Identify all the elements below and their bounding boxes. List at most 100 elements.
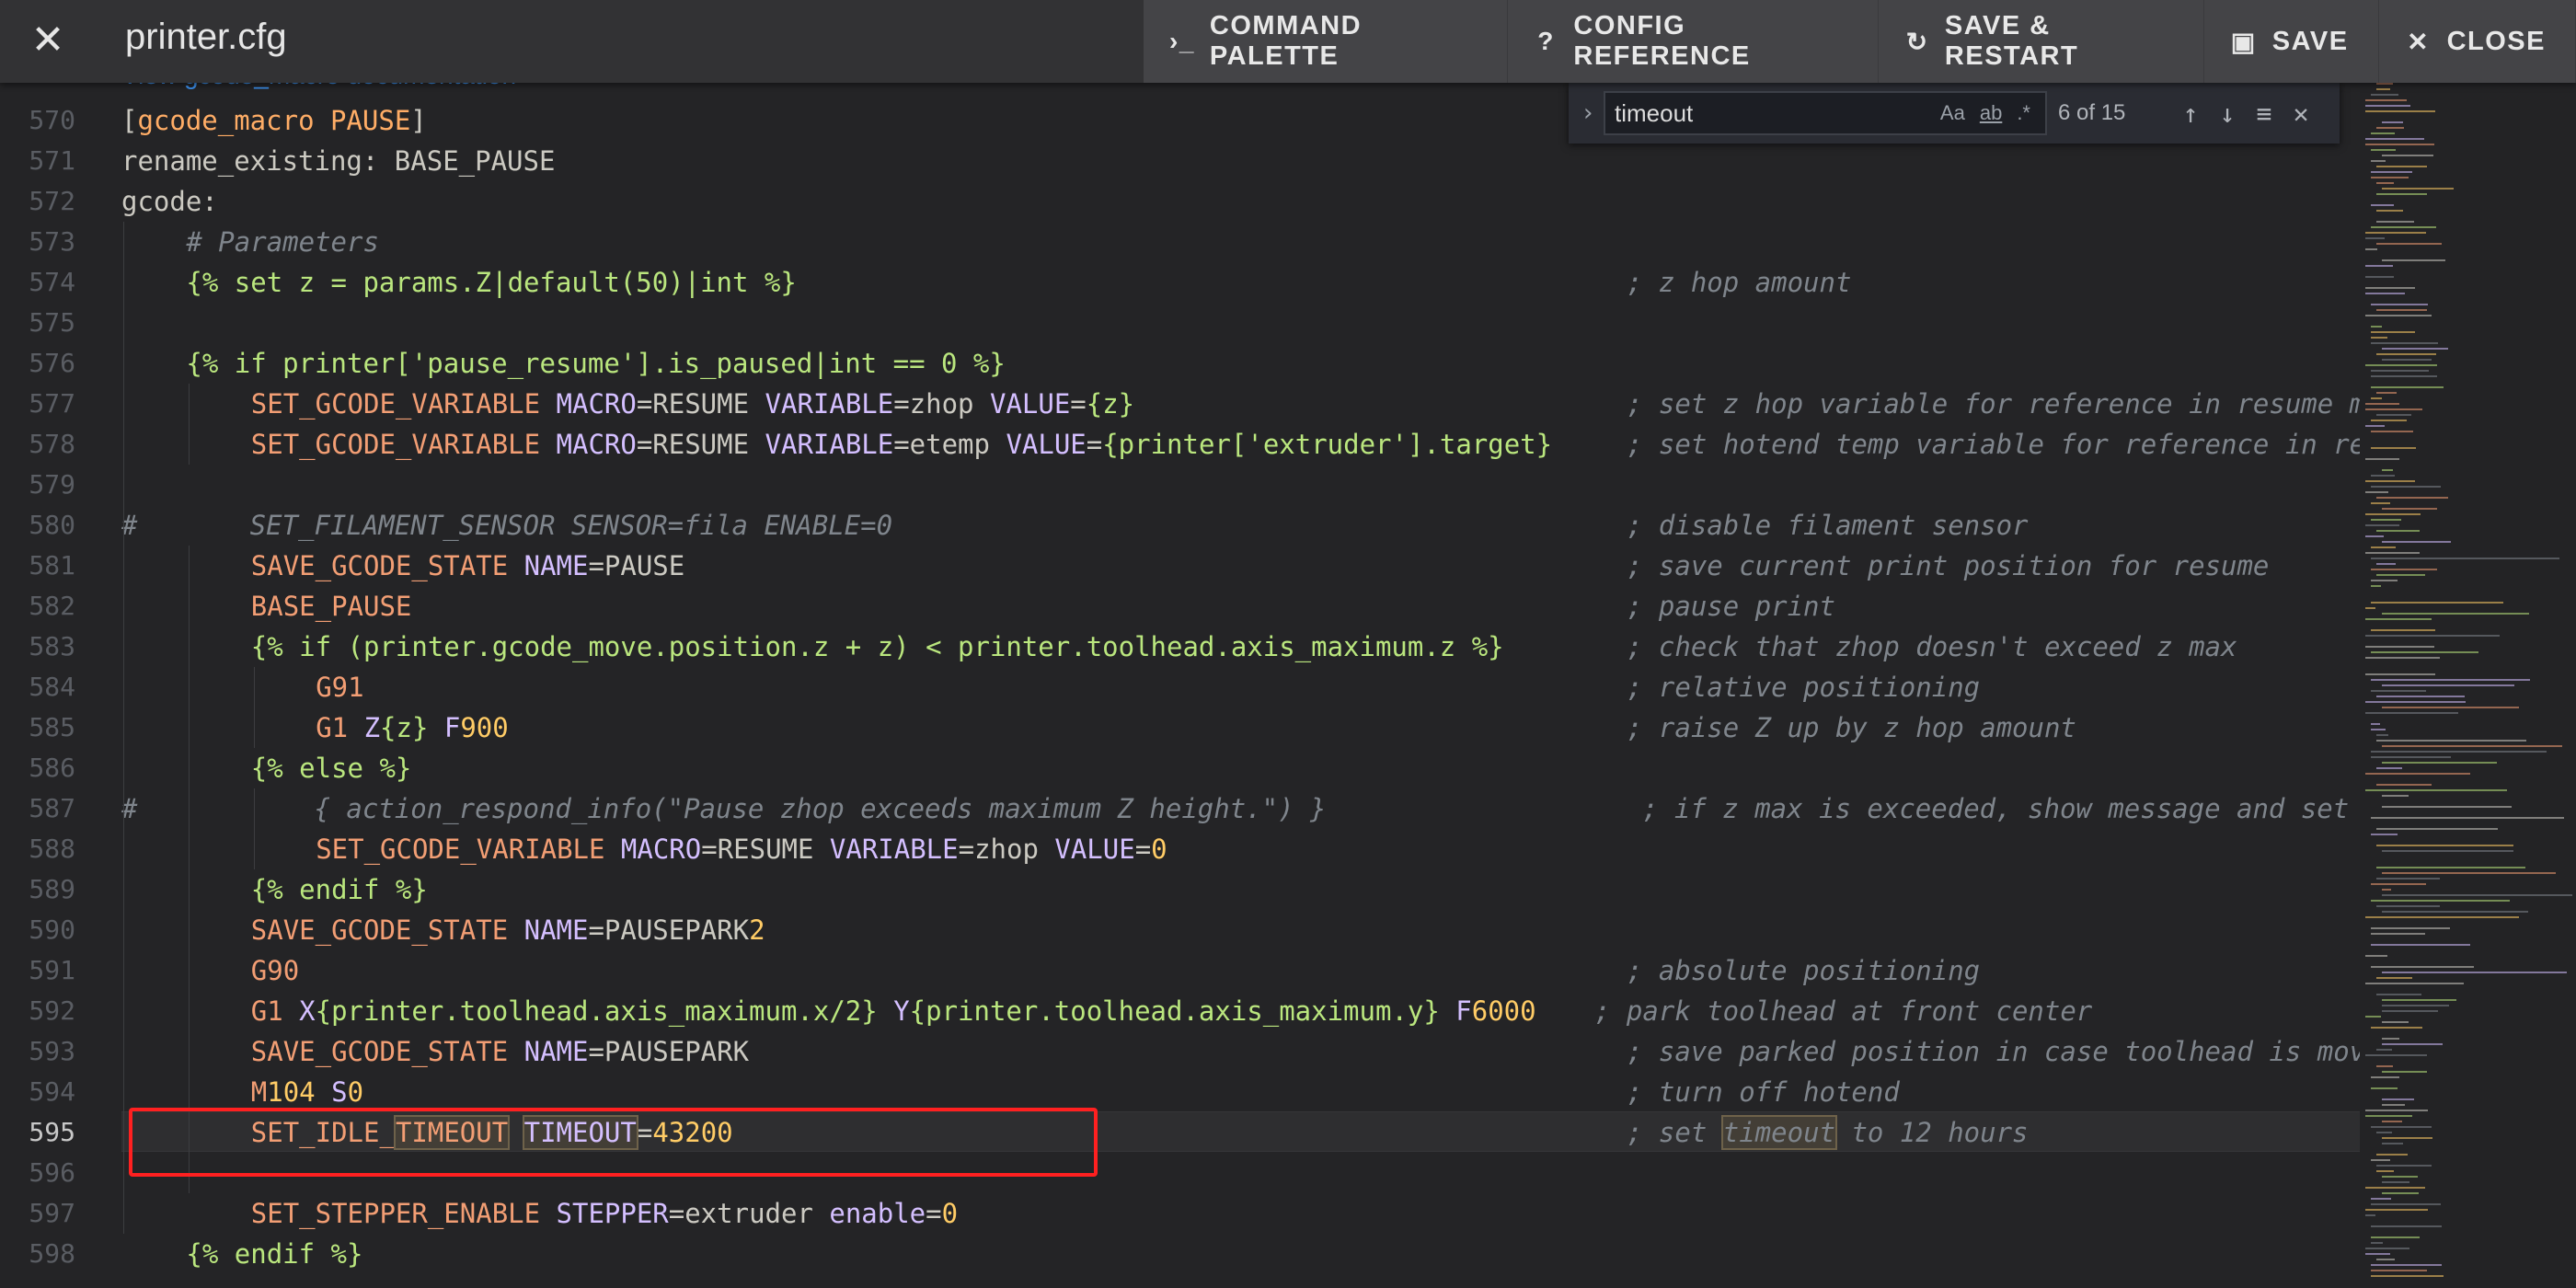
save-button[interactable]: ▣ SAVE: [2204, 0, 2379, 83]
minimap-line: [2382, 359, 2432, 361]
code-line[interactable]: SAVE_GCODE_STATE NAME=PAUSEPARK: [251, 1031, 749, 1072]
code-token: =: [1086, 429, 1103, 460]
line-number: 598: [29, 1238, 75, 1269]
arrow-up-icon[interactable]: ↑: [2172, 98, 2209, 129]
code-line[interactable]: {% if (printer.gcode_move.position.z + z…: [251, 627, 1504, 667]
close-icon[interactable]: ✕: [2283, 98, 2319, 129]
code-line[interactable]: G1 X{printer.toolhead.axis_maximum.x/2} …: [251, 991, 1536, 1031]
config-reference-button[interactable]: ? CONFIG REFERENCE: [1508, 0, 1880, 83]
find-in-selection-icon[interactable]: ≡: [2246, 98, 2283, 129]
minimap-line: [2382, 613, 2530, 615]
minimap-line: [2371, 580, 2398, 581]
line-number: 594: [29, 1076, 75, 1107]
code-line[interactable]: {% endif %}: [251, 869, 428, 910]
minimap-line: [2382, 707, 2519, 708]
button-label: CONFIG REFERENCE: [1573, 11, 1751, 71]
code-comment: ; save current print position for resume: [1627, 550, 2270, 581]
minimap-line: [2365, 138, 2425, 140]
code-comment: ; park toolhead at front center: [1594, 995, 2093, 1027]
code-line[interactable]: # Parameters: [186, 222, 379, 262]
minimap-line: [2376, 905, 2441, 907]
code-token: rename_existing: BASE_PAUSE: [121, 145, 556, 177]
code-line[interactable]: {% else %}: [251, 748, 412, 788]
line-number: 576: [29, 348, 75, 378]
code-token: Z: [348, 712, 381, 743]
minimap-line: [2365, 916, 2520, 918]
minimap-line: [2376, 845, 2513, 846]
line-number: 571: [29, 145, 75, 176]
close-button[interactable]: ✕ CLOSE: [2379, 0, 2576, 83]
minimap-line: [2365, 1209, 2429, 1211]
minimap-line: [2371, 602, 2504, 604]
minimap-line: [2365, 480, 2415, 482]
line-number: 580: [29, 510, 75, 540]
minimap-line: [2371, 1203, 2441, 1205]
code-line[interactable]: SAVE_GCODE_STATE NAME=PAUSE: [251, 546, 684, 586]
minimap-line: [2371, 1076, 2399, 1078]
minimap-line: [2365, 105, 2411, 107]
whole-word-toggle[interactable]: ab: [1980, 101, 2002, 125]
code-line[interactable]: G90: [251, 950, 299, 991]
button-label: SAVE & RESTART: [1944, 11, 2079, 71]
minimap-line: [2371, 546, 2397, 548]
code-comment: ; set timeout to 12 hours: [1627, 1112, 2029, 1153]
code-token: =RESUME: [701, 834, 830, 865]
code-line[interactable]: [gcode_macro PAUSE]: [121, 100, 427, 141]
restart-icon: ↻: [1905, 27, 1929, 56]
regex-toggle[interactable]: .*: [2017, 101, 2030, 125]
code-token: VALUE: [1054, 834, 1135, 865]
minimap-line: [2371, 447, 2416, 449]
code-line[interactable]: gcode:: [121, 181, 218, 222]
save-restart-button[interactable]: ↻ SAVE & RESTART: [1879, 0, 2204, 83]
minimap-line: [2371, 1270, 2427, 1271]
minimap-line: [2371, 375, 2437, 377]
code-token: {printer.toolhead.axis_maximum.x/2}: [315, 995, 878, 1027]
match-case-toggle[interactable]: Aa: [1940, 101, 1965, 125]
indent-guide: [254, 667, 255, 748]
arrow-down-icon[interactable]: ↓: [2209, 98, 2246, 129]
code-line[interactable]: {% endif %}: [186, 1234, 362, 1274]
code-token: SAVE_GCODE_STATE: [250, 1036, 509, 1067]
code-line[interactable]: rename_existing: BASE_PAUSE: [121, 141, 555, 181]
code-line[interactable]: SET_GCODE_VARIABLE MACRO=RESUME VARIABLE…: [251, 384, 1134, 424]
code-line[interactable]: {% if printer['pause_resume'].is_paused|…: [186, 343, 1005, 384]
find-input[interactable]: timeout Aa ab .*: [1604, 91, 2047, 135]
minimap-line: [2371, 1264, 2443, 1266]
minimap-line: [2382, 1098, 2414, 1100]
editor-header: ✕ printer.cfg ›_ COMMAND PALETTE? CONFIG R…: [0, 0, 2576, 83]
minimap-line: [2365, 232, 2426, 234]
code-token: =extruder: [668, 1198, 813, 1229]
minimap-line: [2365, 524, 2400, 526]
minimap-line: [2376, 1165, 2432, 1167]
minimap-line: [2365, 712, 2458, 714]
code-token: {z}: [380, 712, 429, 743]
code-editor[interactable]: View gcode_macro documentation 570[gcode…: [0, 0, 2360, 1288]
minimap-line: [2382, 1043, 2444, 1045]
minimap-line: [2376, 734, 2389, 736]
code-token: gcode:: [121, 186, 218, 217]
minimap-line: [2382, 745, 2563, 747]
command-palette-button[interactable]: ›_ COMMAND PALETTE: [1144, 0, 1508, 83]
line-number: 575: [29, 307, 75, 338]
code-line[interactable]: SET_GCODE_VARIABLE MACRO=RESUME VARIABLE…: [251, 424, 1552, 465]
line-number: 582: [29, 591, 75, 621]
minimap-line: [2376, 1132, 2392, 1133]
minimap-line: [2376, 166, 2428, 167]
code-line[interactable]: SAVE_GCODE_STATE NAME=PAUSEPARK2: [251, 910, 765, 950]
code-token: =PAUSE: [588, 550, 685, 581]
code-line[interactable]: G91: [316, 667, 363, 707]
code-line[interactable]: G1 Z{z} F900: [316, 707, 509, 748]
minimap[interactable]: [2360, 83, 2576, 1288]
chevron-right-icon[interactable]: ›: [1576, 99, 1600, 127]
close-icon[interactable]: ✕: [22, 15, 74, 66]
code-line[interactable]: {% set z = params.Z|default(50)|int %}: [186, 262, 796, 303]
minimap-line: [2365, 276, 2394, 278]
code-line[interactable]: M104 S0: [251, 1072, 363, 1112]
code-line[interactable]: BASE_PAUSE: [251, 586, 412, 627]
code-line[interactable]: # SET_FILAMENT_SENSOR SENSOR=fila ENABLE…: [121, 505, 892, 546]
minimap-line: [2365, 535, 2384, 537]
minimap-line: [2376, 740, 2527, 742]
code-line[interactable]: SET_GCODE_VARIABLE MACRO=RESUME VARIABLE…: [316, 829, 1167, 869]
code-line[interactable]: # { action_respond_info("Pause zhop exce…: [121, 788, 1326, 829]
code-line[interactable]: SET_STEPPER_ENABLE STEPPER=extruder enab…: [251, 1193, 958, 1234]
